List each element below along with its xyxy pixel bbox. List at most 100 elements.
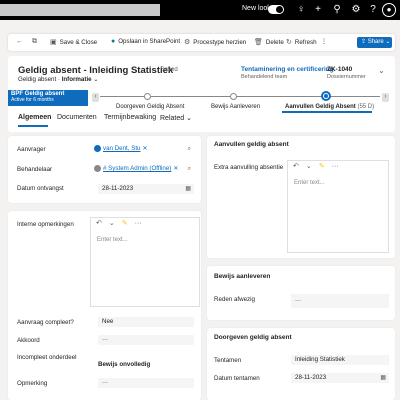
search-icon[interactable]: ⌕: [188, 144, 191, 154]
refresh-label: Refresh: [294, 39, 317, 46]
case-number-value: ZK-1040: [327, 66, 353, 73]
pencil-icon[interactable]: ✎: [319, 163, 325, 170]
reason-absent-label: Reden afwezig: [214, 296, 255, 303]
approval-field[interactable]: ---: [98, 335, 194, 345]
evidence-title: Bewijs aanleveren: [214, 273, 271, 280]
back-button[interactable]: ←: [16, 38, 26, 45]
bpf-stage-2-dot[interactable]: [230, 93, 237, 100]
extra-supplement-label: Extra aanvulling absentie: [214, 164, 284, 171]
entity-name: Geldig absent: [18, 76, 57, 83]
dropdown-icon[interactable]: ⌄: [306, 163, 312, 170]
exam-label: Tentamen: [214, 357, 242, 364]
search-icon[interactable]: ⌕: [188, 164, 191, 174]
handler-label: Behandelaar: [17, 166, 53, 173]
trash-icon: 🗑: [254, 39, 263, 46]
sharepoint-button[interactable]: ● Opslaan in SharePoint: [111, 38, 180, 45]
filter-icon[interactable]: ⚲: [330, 3, 344, 17]
bpf-stage-2-label[interactable]: Bewijs Aanleveren: [211, 104, 260, 110]
save-close-button[interactable]: ▣ Save & Close: [50, 38, 97, 46]
process-icon: ⚙: [184, 39, 191, 46]
incomplete-value[interactable]: Bewijs onvolledig: [98, 361, 150, 368]
requester-field[interactable]: van Dent, Stu ✕ ⌕: [90, 144, 194, 154]
exam-date-label: Datum tentamen: [214, 375, 260, 382]
save-icon: ▣: [50, 39, 57, 46]
tab-documenten[interactable]: Documenten: [57, 114, 97, 121]
requester-value[interactable]: van Dent, Stu: [103, 145, 141, 152]
top-nav-bar: New look ♀ + ⚲ ⚙ ? ●: [0, 0, 400, 20]
bpf-stage-3-dot[interactable]: [321, 91, 331, 101]
bpf-next-icon[interactable]: ›: [382, 93, 389, 102]
bpf-stage-3-name: Aanvullen Geldig Absent: [285, 104, 356, 110]
command-bar: ← ⧉ ▣ Save & Close ● Opslaan in SharePoint…: [8, 34, 395, 51]
record-subtitle: Geldig absent · Informatie ⌄: [18, 76, 99, 83]
rte-toolbar: ↶ ⌄ ✎ ···: [288, 161, 388, 173]
save-close-label: Save & Close: [59, 39, 98, 46]
new-look-toggle[interactable]: [268, 5, 284, 14]
extra-supplement-editor[interactable]: ↶ ⌄ ✎ ··· Enter text...: [287, 160, 389, 253]
bpf-stage-1-dot[interactable]: [144, 93, 151, 100]
requester-label: Aanvrager: [17, 146, 46, 153]
exam-date-field[interactable]: 28-11-2023 ▦: [291, 373, 389, 383]
back-arrow-icon: ←: [16, 38, 23, 45]
note-label: Opmerking: [17, 380, 48, 387]
handler-field[interactable]: # System Admin (Offline) ✕ ⌕: [90, 164, 194, 174]
delete-button[interactable]: 🗑 Delete: [254, 38, 284, 46]
bpf-flag[interactable]: BPF Geldig absent Active for 6 months: [8, 90, 88, 106]
header-field-case: ZK-1040 Dossiernummer: [327, 66, 366, 80]
bpf-progress-line: [100, 96, 380, 97]
close-icon[interactable]: ✕: [143, 145, 148, 152]
team-value[interactable]: Tentaminering en certificering: [241, 66, 334, 73]
form-selector[interactable]: Informatie: [62, 76, 92, 83]
internal-notes-editor[interactable]: ↶ ⌄ ✎ ··· Enter text...: [90, 217, 200, 307]
close-icon[interactable]: ✕: [173, 165, 178, 172]
chevron-down-icon[interactable]: ⌄: [93, 76, 98, 83]
complete-field[interactable]: Nee: [98, 317, 194, 327]
help-icon[interactable]: ?: [366, 3, 380, 17]
more-commands-button[interactable]: ⋮: [321, 38, 327, 45]
undo-icon[interactable]: ↶: [96, 220, 102, 227]
undo-icon[interactable]: ↶: [293, 163, 299, 170]
gear-icon[interactable]: ⚙: [349, 3, 363, 17]
bpf-stage-3-label[interactable]: Aanvullen Geldig Absent (55 D): [285, 104, 374, 110]
evidence-section: Bewijs aanleveren Reden afwezig ---: [207, 266, 395, 320]
header-field-team: Tentaminering en certificering Behandele…: [241, 66, 334, 80]
more-icon[interactable]: ···: [332, 163, 339, 170]
bpf-stage-1-label[interactable]: Doorgeven Geldig Absent: [116, 104, 184, 110]
note-field[interactable]: ---: [98, 378, 194, 388]
date-received-field[interactable]: 28-11-2023 ▦: [98, 184, 194, 194]
global-search-input[interactable]: [0, 4, 160, 16]
calendar-icon[interactable]: ▦: [185, 184, 191, 194]
sharepoint-label: Opslaan in SharePoint: [118, 38, 181, 45]
share-label: Share: [367, 39, 384, 45]
tab-algemeen[interactable]: Algemeen: [18, 114, 51, 121]
pencil-icon[interactable]: ✎: [122, 220, 128, 227]
tab-related[interactable]: Related ⌄: [160, 114, 192, 122]
forward-section: Doorgeven geldig absent Tentamen Inleidi…: [207, 328, 395, 400]
refresh-button[interactable]: ↻ Refresh: [286, 38, 317, 46]
exam-field[interactable]: Inleiding Statistiek: [291, 355, 389, 365]
general-section: Aanvrager van Dent, Stu ✕ ⌕ Behandelaar #…: [8, 136, 201, 203]
process-button[interactable]: ⚙ Procestype herzien: [184, 38, 246, 46]
share-button[interactable]: ⇪ Share ⌄: [357, 37, 392, 48]
dropdown-icon[interactable]: ⌄: [109, 220, 115, 227]
internal-notes-section: Interne opmerkingen ↶ ⌄ ✎ ··· Enter text...…: [8, 211, 201, 400]
plus-icon[interactable]: +: [311, 3, 325, 17]
bpf-prev-icon[interactable]: ‹: [92, 93, 99, 102]
date-received-label: Datum ontvangst: [17, 185, 64, 192]
handler-value[interactable]: # System Admin (Offline): [103, 165, 171, 172]
team-label: Behandelend team: [241, 74, 288, 80]
reason-absent-field[interactable]: ---: [291, 294, 389, 308]
tab-termijnbewaking[interactable]: Termijnbewaking: [104, 114, 156, 121]
approval-label: Akkoord: [17, 337, 40, 344]
forward-title: Doorgeven geldig absent: [214, 334, 292, 341]
expand-header-icon[interactable]: ⌄: [378, 66, 385, 75]
new-look-label: New look: [242, 5, 271, 12]
user-avatar[interactable]: ●: [382, 3, 396, 17]
calendar-icon[interactable]: ▦: [380, 373, 386, 383]
popout-button[interactable]: ⧉: [32, 38, 40, 46]
lightbulb-icon[interactable]: ♀: [294, 3, 308, 17]
share-icon: ⇪: [361, 39, 368, 45]
more-icon[interactable]: ···: [135, 220, 142, 227]
delete-label: Delete: [265, 39, 284, 46]
sharepoint-icon: ●: [111, 38, 116, 45]
